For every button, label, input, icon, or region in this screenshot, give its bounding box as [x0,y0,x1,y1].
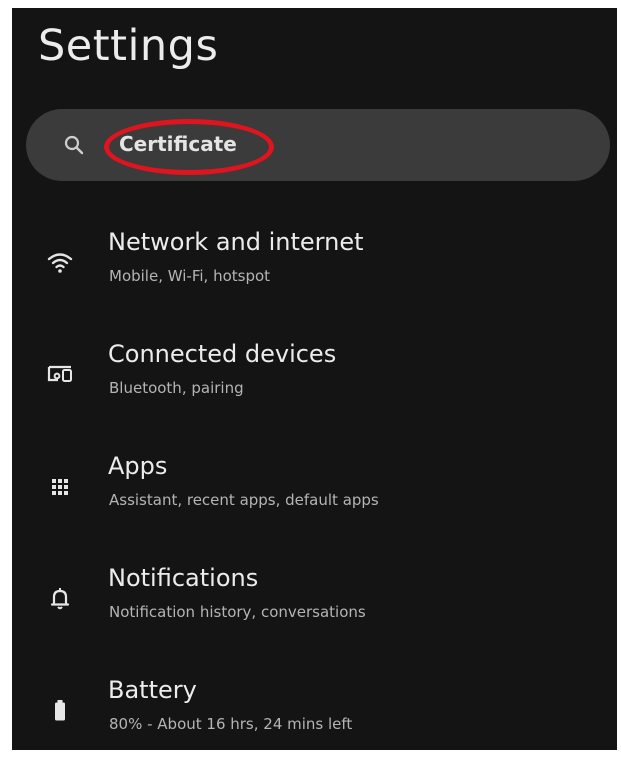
settings-item-subtitle: Mobile, Wi-Fi, hotspot [109,267,271,285]
settings-item-network[interactable]: Network and internet Mobile, Wi-Fi, hots… [12,208,617,320]
settings-item-apps[interactable]: Apps Assistant, recent apps, default app… [12,432,617,544]
settings-item-subtitle: 80% - About 16 hrs, 24 mins left [109,715,353,733]
search-bar[interactable]: Certificate [26,109,610,181]
connected-devices-icon [46,360,74,388]
settings-item-title: Apps [108,452,168,480]
settings-item-subtitle: Assistant, recent apps, default apps [109,491,379,509]
settings-item-connected-devices[interactable]: Connected devices Bluetooth, pairing [12,320,617,432]
page-title: Settings [38,21,219,71]
settings-list: Network and internet Mobile, Wi-Fi, hots… [12,208,617,750]
settings-item-title: Connected devices [108,340,337,368]
settings-item-battery[interactable]: Battery 80% - About 16 hrs, 24 mins left [12,656,617,750]
bell-icon [46,584,74,612]
apps-grid-icon [46,472,74,500]
search-input[interactable]: Certificate [119,129,237,159]
settings-item-title: Notifications [108,564,259,592]
settings-screen: Settings Certificate Network and interne… [12,8,617,750]
settings-item-subtitle: Notification history, conversations [109,603,366,621]
settings-item-title: Battery [108,676,197,704]
settings-item-title: Network and internet [108,228,364,256]
wifi-icon [46,248,74,276]
settings-item-subtitle: Bluetooth, pairing [109,379,244,397]
search-icon [62,133,86,157]
settings-item-notifications[interactable]: Notifications Notification history, conv… [12,544,617,656]
battery-icon [46,696,74,724]
